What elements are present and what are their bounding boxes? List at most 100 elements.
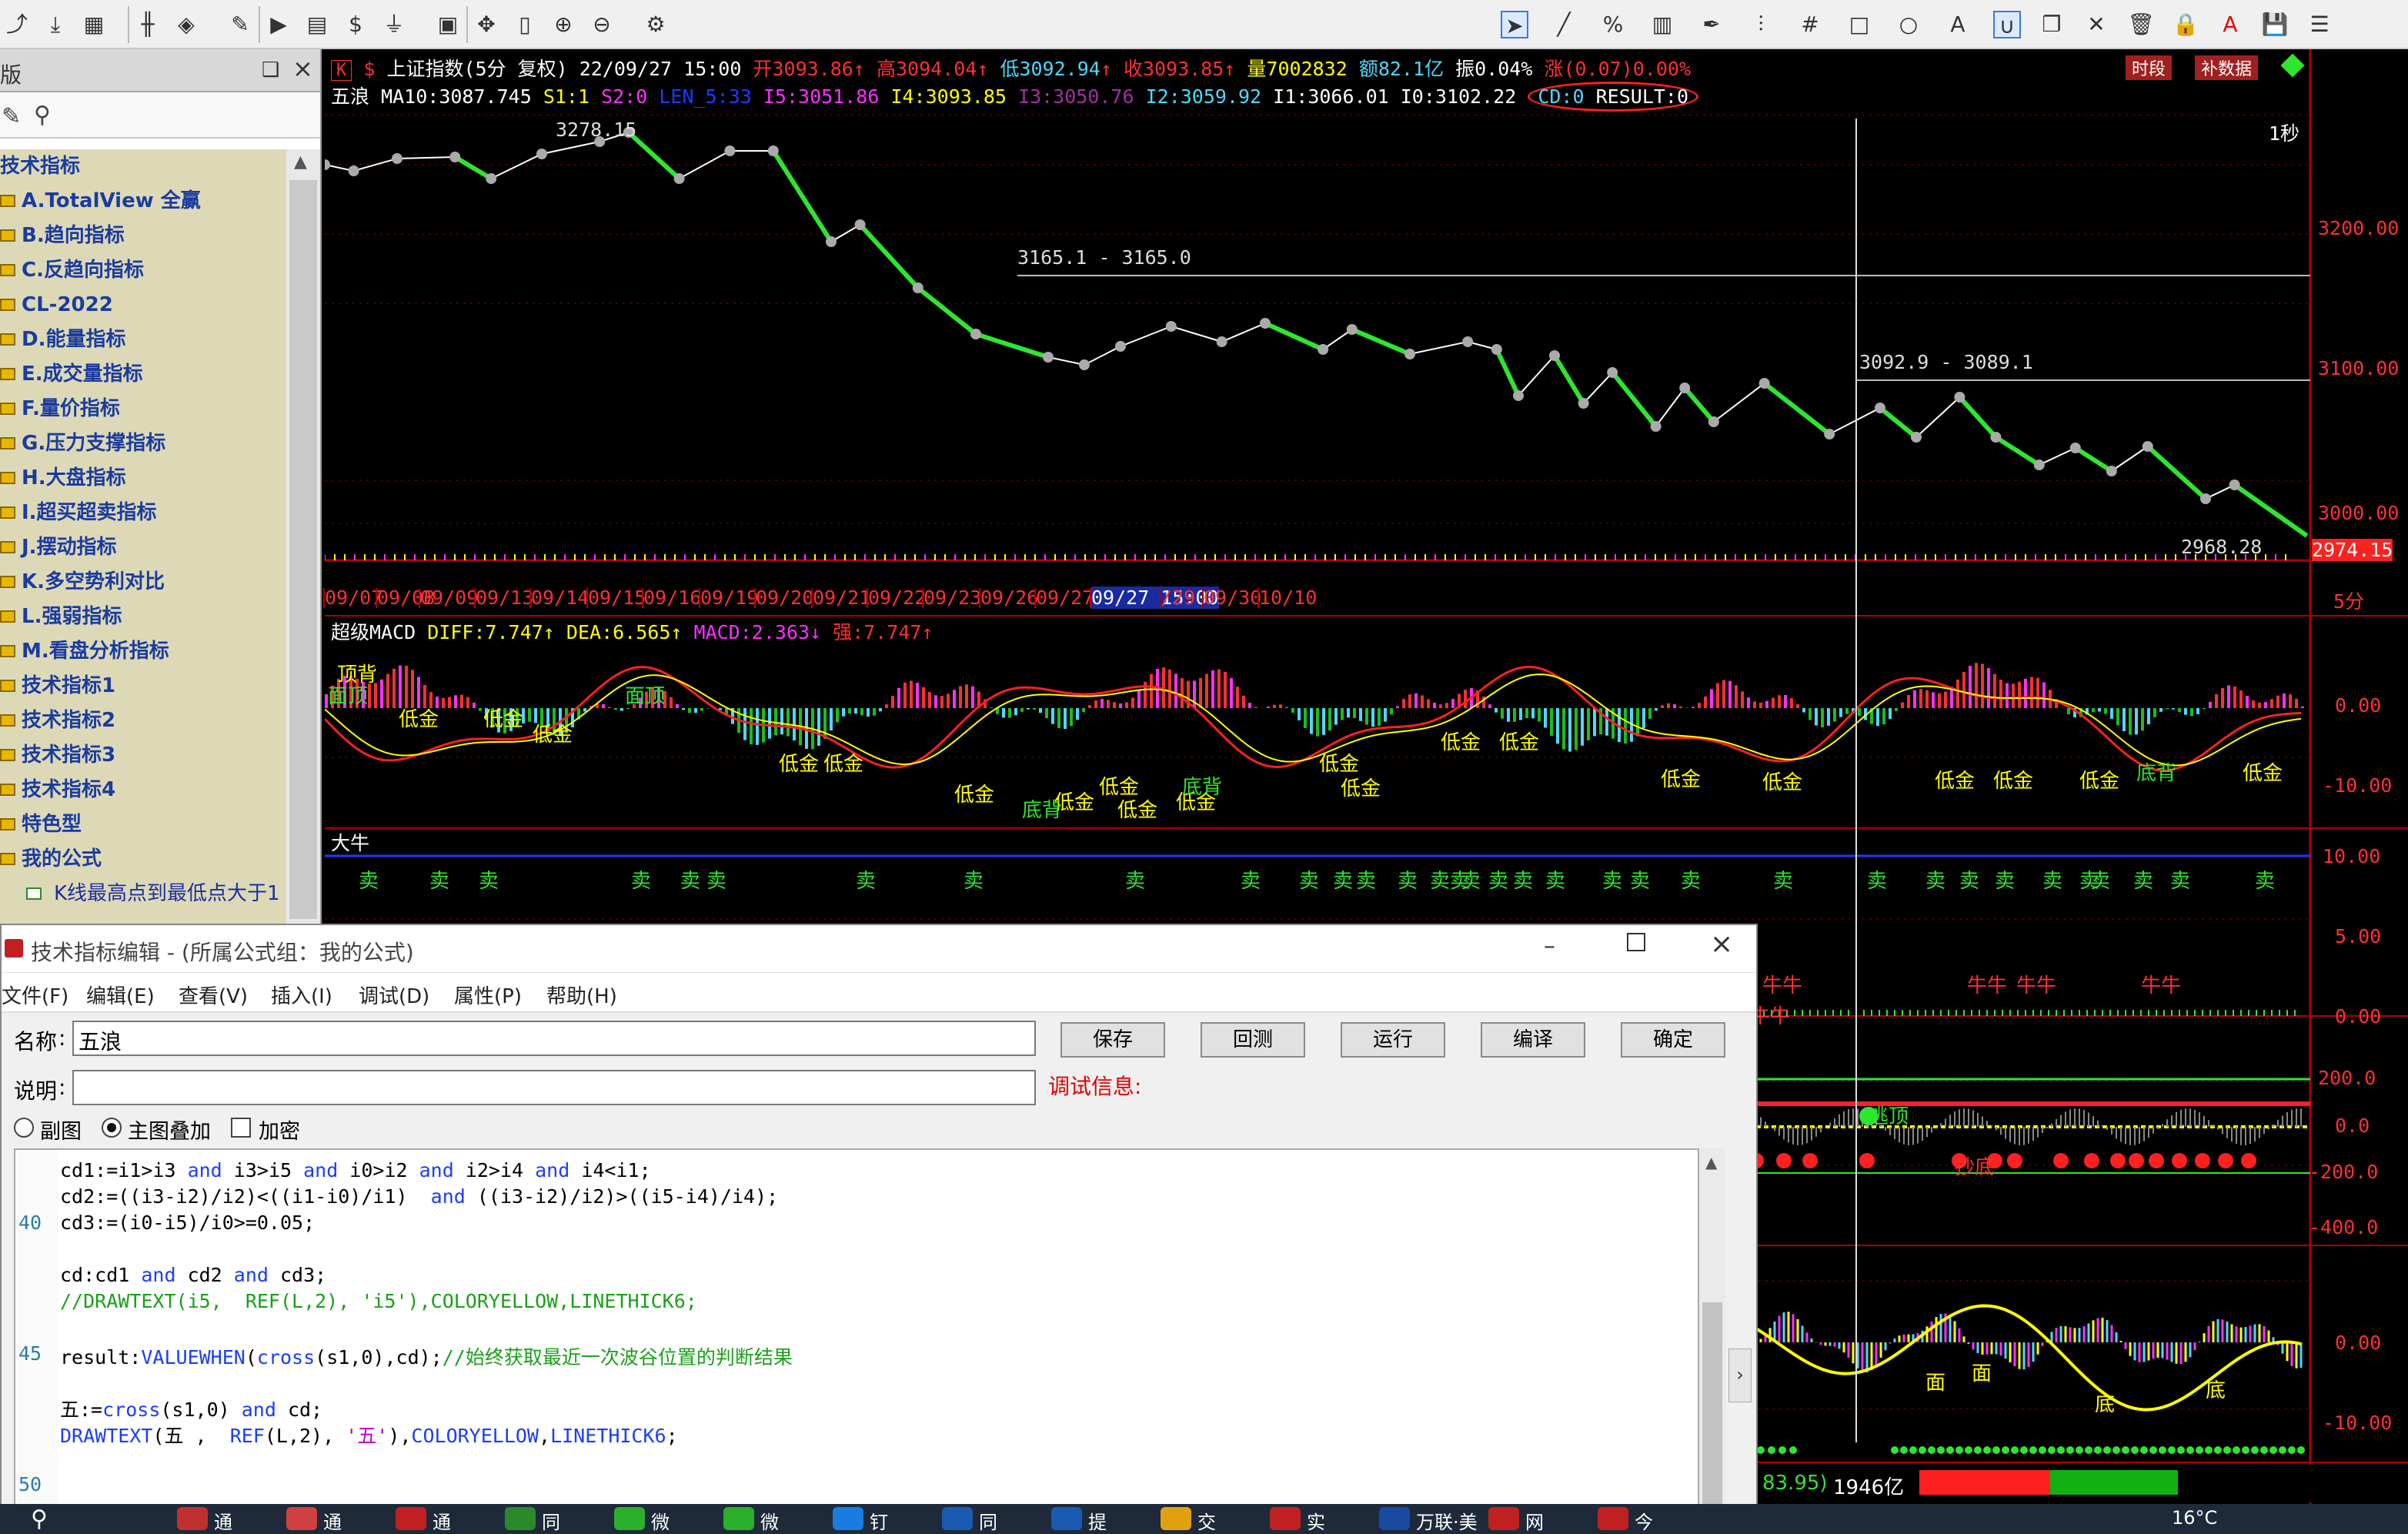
name-input[interactable]: 五浪 — [72, 1021, 1036, 1056]
bar-icon[interactable]: ▯ — [511, 11, 539, 38]
radio-subchart[interactable] — [14, 1118, 34, 1138]
editor-scroll-thumb[interactable] — [1702, 1302, 1722, 1518]
taskbar-app-label[interactable]: 微 — [760, 1507, 779, 1534]
taskbar-app-icon[interactable] — [833, 1507, 863, 1530]
code-line[interactable]: //DRAWTEXT(i5, REF(L,2), 'i5'),COLORYELL… — [60, 1290, 697, 1312]
backtest-button[interactable]: 回测 — [1201, 1022, 1305, 1058]
grid-icon[interactable]: ▦ — [80, 11, 108, 38]
taskbar-app-icon[interactable] — [505, 1507, 536, 1530]
taskbar-app-icon[interactable] — [286, 1507, 317, 1530]
filter-icon[interactable]: ⏚ — [380, 11, 408, 38]
sidebar-item[interactable]: A.TotalView 全赢 — [0, 184, 286, 219]
taskbar-app-icon[interactable] — [396, 1507, 426, 1530]
taskbar-app-label[interactable]: 同 — [542, 1507, 560, 1534]
menu-item[interactable]: 属性(P) — [454, 981, 522, 1009]
sidebar-item[interactable]: K线最高点到最低点大于1 — [0, 877, 286, 911]
taskbar-app-label[interactable]: 今 — [1635, 1507, 1653, 1534]
radio-main-overlay[interactable] — [102, 1118, 122, 1138]
taskbar-app-label[interactable]: 通 — [214, 1507, 232, 1534]
save-button[interactable]: 保存 — [1060, 1022, 1165, 1058]
code-line[interactable]: cd:cd1 and cd2 and cd3; — [60, 1264, 326, 1286]
copy-icon[interactable]: ❐ — [2038, 11, 2066, 38]
sidebar-item[interactable]: K.多空势利对比 — [0, 565, 286, 600]
dollar-icon[interactable]: $ — [342, 11, 369, 38]
sidebar-item[interactable]: G.压力支撑指标 — [0, 426, 286, 461]
sidebar-item[interactable]: 特色型 — [0, 807, 286, 842]
menu-item[interactable]: 插入(I) — [271, 981, 332, 1009]
close-icon[interactable]: ✕ — [2082, 11, 2110, 38]
sidebar-item[interactable]: D.能量指标 — [0, 323, 286, 357]
compile-button[interactable]: 编译 — [1481, 1022, 1585, 1058]
diamond-icon[interactable]: ◈ — [172, 11, 200, 38]
taskbar-app-icon[interactable] — [1488, 1507, 1519, 1530]
sidebar-item[interactable]: 技术指标2 — [0, 704, 286, 738]
taskbar-app-icon[interactable] — [177, 1507, 208, 1530]
taskbar-app-label[interactable]: 微 — [651, 1507, 670, 1534]
sidebar-item[interactable]: C.反趋向指标 — [0, 253, 286, 288]
zoom-in-icon[interactable]: ⊕ — [549, 11, 577, 38]
scroll-up-icon[interactable]: ▲ — [294, 152, 307, 172]
sidebar-scroll-thumb[interactable] — [289, 180, 317, 919]
sidebar-item[interactable]: I.超买超卖指标 — [0, 496, 286, 530]
interval-label[interactable]: 5分 — [2333, 587, 2364, 614]
menu-item[interactable]: 查看(V) — [179, 981, 248, 1009]
percent-icon[interactable]: % — [1599, 11, 1627, 38]
encrypt-checkbox[interactable] — [231, 1118, 251, 1138]
taskbar-app-icon[interactable] — [723, 1507, 754, 1530]
zoom-out-icon[interactable]: ⊖ — [588, 11, 616, 38]
taskbar-app-label[interactable]: 交 — [1197, 1507, 1216, 1534]
line-icon[interactable]: ╱ — [1550, 11, 1578, 38]
sidebar-item[interactable]: M.看盘分析指标 — [0, 634, 286, 669]
scroll-up-icon[interactable]: ▲ — [1705, 1153, 1717, 1171]
sidebar-scrollbar[interactable]: ▲ — [286, 149, 320, 924]
taskbar-app-icon[interactable] — [614, 1507, 645, 1530]
desc-input[interactable] — [72, 1070, 1036, 1105]
sidebar-item[interactable]: CL-2022 — [0, 288, 286, 323]
sidebar-item[interactable]: E.成交量指标 — [0, 357, 286, 392]
code-line[interactable]: cd2:=((i3-i2)/i2)<((i1-i0)/i1) and ((i3-… — [60, 1185, 778, 1208]
pin-icon[interactable]: ❑ — [262, 58, 279, 82]
taskbar-app-icon[interactable] — [1598, 1507, 1628, 1530]
download-icon[interactable]: ⤓ — [42, 11, 69, 38]
sidebar-item[interactable]: 技术指标4 — [0, 773, 286, 807]
search-icon[interactable]: ⚲ — [31, 1506, 48, 1532]
play-icon[interactable]: ▶ — [265, 11, 292, 38]
move-icon[interactable]: ✥ — [473, 11, 500, 38]
code-line[interactable]: cd1:=i1>i3 and i3>i5 and i0>i2 and i2>i4… — [60, 1159, 651, 1181]
sidebar-item[interactable]: 技术指标1 — [0, 669, 286, 704]
sidebar-item[interactable]: L.强弱指标 — [0, 600, 286, 634]
align-icon[interactable]: ⫶ — [1747, 11, 1775, 38]
hash-icon[interactable]: # — [1796, 11, 1824, 38]
expand-panel-button[interactable]: › — [1728, 1349, 1752, 1402]
trash-icon[interactable]: 🗑 — [2127, 11, 2155, 38]
arrow-icon[interactable]: ⤴ — [3, 11, 31, 38]
taskbar-app-label[interactable]: 钉 — [870, 1507, 888, 1534]
edit-icon[interactable]: ✎ — [2, 103, 21, 130]
cursor-icon[interactable]: ➤ — [1501, 11, 1528, 38]
taskbar-app-label[interactable]: 同 — [979, 1507, 997, 1534]
code-line[interactable]: result:VALUEWHEN(cross(s1,0),cd);//始终获取最… — [60, 1342, 793, 1370]
taskbar-app-label[interactable]: 提 — [1088, 1507, 1107, 1534]
taskbar-app-icon[interactable] — [1379, 1507, 1410, 1530]
menu-item[interactable]: 编辑(E) — [86, 981, 155, 1009]
magnet-icon[interactable]: ∪ — [1993, 11, 2021, 38]
maximize-icon[interactable] — [1627, 933, 1645, 951]
taskbar-app-icon[interactable] — [942, 1507, 973, 1530]
circle-icon[interactable]: ○ — [1895, 11, 1922, 38]
pen-icon[interactable]: ✒ — [1698, 11, 1725, 38]
taskbar-app-icon[interactable] — [1051, 1507, 1082, 1530]
menu-item[interactable]: 帮助(H) — [546, 981, 617, 1009]
table-icon[interactable]: ▥ — [1648, 11, 1676, 38]
run-button[interactable]: 运行 — [1341, 1022, 1445, 1058]
sidebar-item[interactable]: H.大盘指标 — [0, 461, 286, 496]
taskbar-app-icon[interactable] — [1270, 1507, 1301, 1530]
code-line[interactable]: 五:=cross(s1,0) and cd; — [60, 1395, 322, 1422]
code-line[interactable]: DRAWTEXT(五 , REF(L,2), '五'),COLORYELLOW,… — [60, 1421, 678, 1449]
taskbar-app-label[interactable]: 通 — [323, 1507, 342, 1534]
ok-button[interactable]: 确定 — [1621, 1022, 1725, 1058]
minimize-icon[interactable]: – — [1544, 933, 1555, 960]
gear-icon[interactable]: ⚙ — [642, 11, 670, 38]
text-icon[interactable]: A — [1944, 11, 1972, 38]
menu-item[interactable]: 文件(F) — [2, 981, 68, 1009]
edit-icon[interactable]: ✎ — [226, 11, 254, 38]
